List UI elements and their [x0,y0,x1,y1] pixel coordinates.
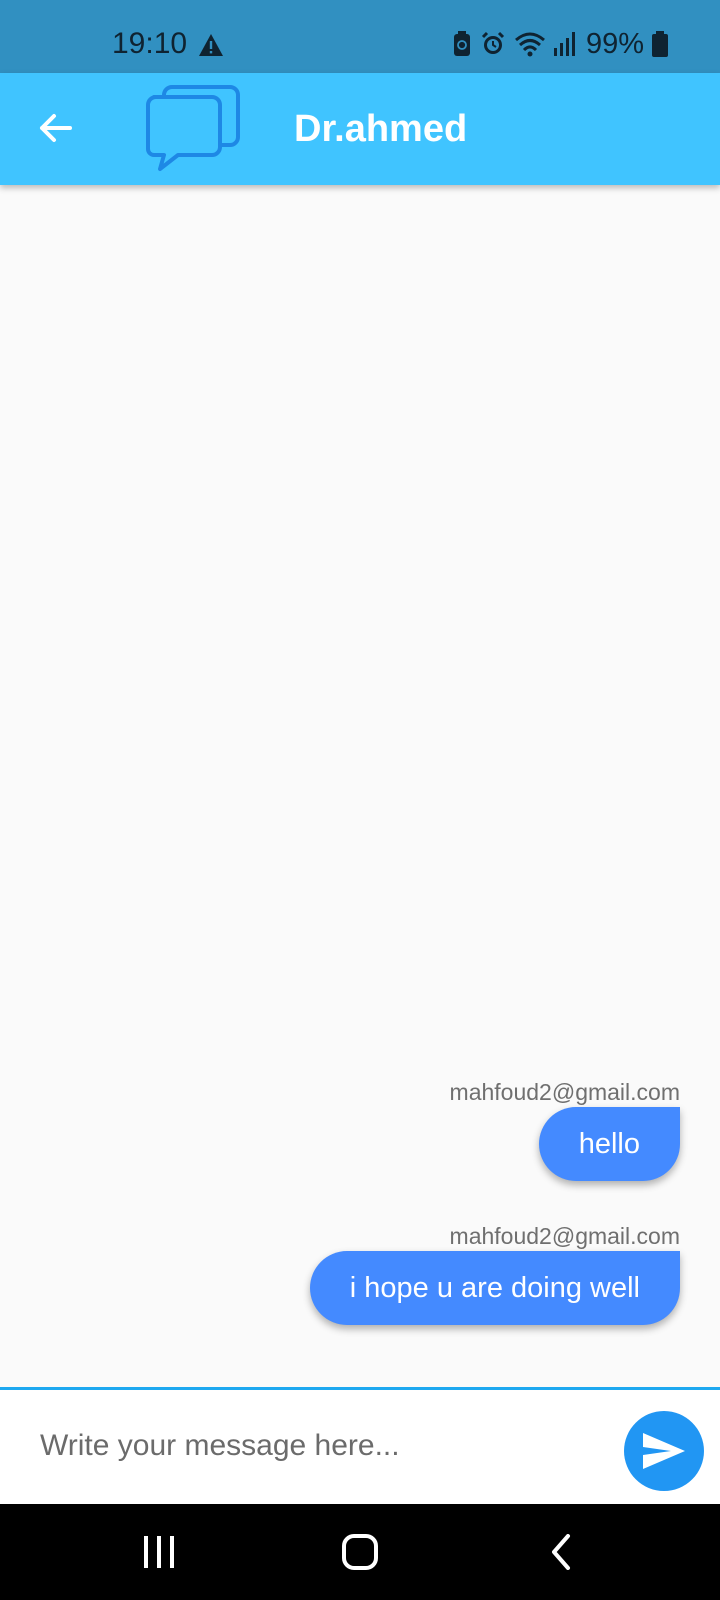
warning-icon [198,33,224,62]
message-sender: mahfoud2@gmail.com [449,1079,680,1105]
message-composer [0,1387,720,1506]
back-nav-button[interactable] [550,1534,572,1575]
alarm-icon [480,31,506,57]
message-bubble[interactable]: i hope u are doing well [309,1251,680,1325]
home-button[interactable] [342,1534,378,1575]
status-time: 19:10 [112,27,188,60]
recent-apps-button[interactable] [142,1534,176,1575]
recent-apps-icon [144,1536,174,1568]
back-button[interactable] [32,103,82,153]
message-bubble[interactable]: hello [538,1107,680,1181]
message-item: mahfoud2@gmail.com hello [450,1079,680,1181]
battery-level: 99% [585,27,644,60]
chat-bubbles-icon [146,85,242,180]
status-bar: 19:10 99% [0,0,720,73]
chat-partner-name: Dr.ahmed [294,108,468,150]
signal-icon [553,32,576,56]
wifi-icon [514,31,546,57]
message-item: mahfoud2@gmail.com i hope u are doing we… [309,1223,680,1325]
app-bar: Dr.ahmed [0,73,720,185]
chat-screen: 19:10 99% Dr.ahmed mahfoud2@gmail.com he… [0,0,720,1600]
back-chevron-icon [552,1534,570,1570]
back-arrow-icon [40,114,72,142]
status-icons: 99% [452,26,668,62]
message-sender: mahfoud2@gmail.com [449,1223,680,1249]
send-button[interactable] [624,1411,704,1491]
message-input[interactable] [40,1424,580,1468]
battery-saver-icon [452,31,472,57]
home-icon [342,1534,378,1570]
battery-icon [652,31,668,57]
system-nav-bar [0,1504,720,1600]
send-icon [643,1433,685,1469]
message-list[interactable]: mahfoud2@gmail.com hello mahfoud2@gmail.… [0,185,720,1388]
